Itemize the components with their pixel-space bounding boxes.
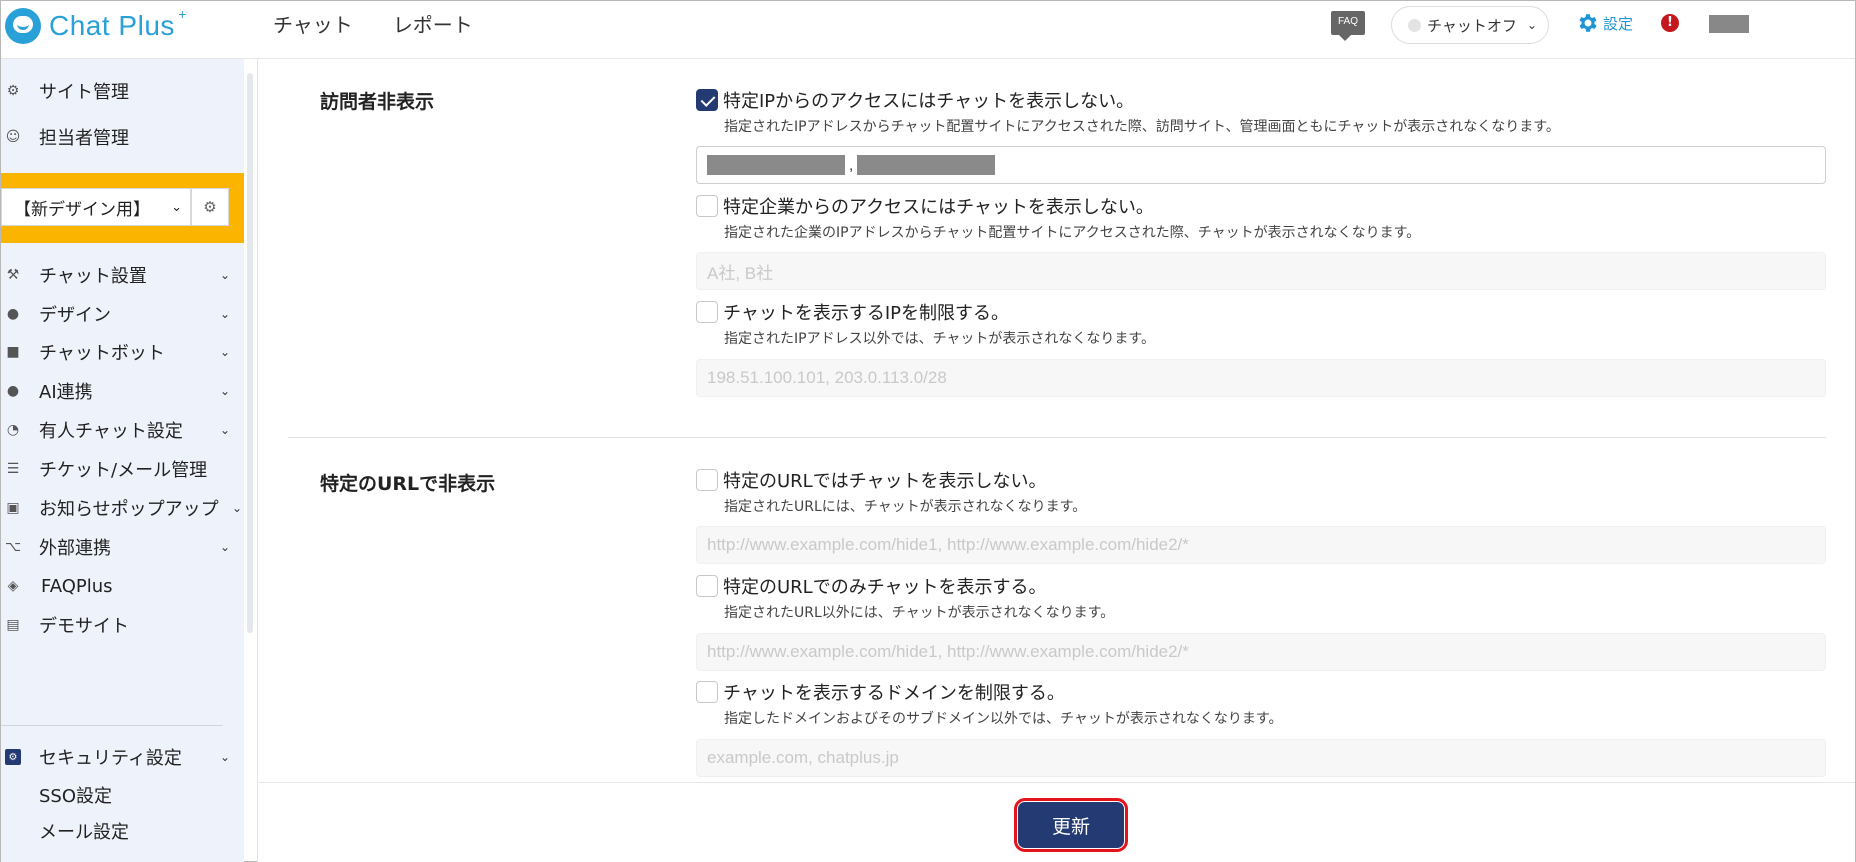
- redacted-ip-1: [707, 155, 845, 175]
- gear-icon: ⚙: [6, 83, 20, 99]
- chevron-down-icon: ⌄: [219, 268, 230, 282]
- domain-limit-checkbox[interactable]: [696, 681, 718, 703]
- chat-icon: ■: [6, 344, 20, 360]
- form-footer: 更新: [257, 782, 1855, 862]
- update-button[interactable]: 更新: [1014, 798, 1128, 852]
- chevron-down-icon: ⌄: [219, 307, 230, 321]
- ip-hide-checkbox[interactable]: [696, 89, 718, 111]
- sidebar-item-faqplus[interactable]: ◈ FAQPlus: [1, 566, 244, 606]
- chevron-up-icon: ⌄: [219, 750, 230, 764]
- url-hide-checkbox[interactable]: [696, 469, 718, 491]
- ip-limit-checkbox[interactable]: [696, 301, 718, 323]
- chevron-down-icon: ⌄: [1526, 18, 1537, 32]
- option-domain-limit: チャットを表示するドメインを制限する。 指定したドメインおよびそのサブドメイン以…: [696, 679, 1826, 728]
- section-divider: [288, 437, 1826, 438]
- top-header: Chat Plus + チャット レポート FAQ チャットオフ ⌄ 設定 !: [1, 1, 1855, 59]
- settings-link[interactable]: 設定: [1575, 11, 1633, 35]
- faq-icon[interactable]: FAQ: [1331, 11, 1365, 41]
- section-title-url-hide: 特定のURLで非表示: [320, 473, 496, 495]
- sidebar-item-staff-management[interactable]: ☺ 担当者管理: [1, 117, 244, 157]
- shield-icon: ◈: [7, 578, 19, 594]
- logo-text: Chat Plus +: [49, 6, 187, 41]
- headset-icon: ◔: [6, 422, 20, 438]
- chatplus-logo[interactable]: Chat Plus +: [5, 6, 187, 45]
- site-select[interactable]: 【新デザイン用】 ⌄: [1, 188, 191, 226]
- sidebar-item-popup[interactable]: ▣ お知らせポップアップ ⌄: [1, 488, 244, 528]
- gear-icon: ⚙: [203, 198, 217, 216]
- ip-limit-input[interactable]: 198.51.100.101, 203.0.113.0/28: [696, 359, 1826, 397]
- shield-gear-icon: ⚙: [5, 749, 21, 765]
- sidebar-item-design[interactable]: ● デザイン ⌄: [1, 294, 244, 334]
- alert-icon[interactable]: !: [1661, 14, 1679, 32]
- chat-status-dropdown[interactable]: チャットオフ ⌄: [1391, 6, 1549, 44]
- url-only-checkbox[interactable]: [696, 575, 718, 597]
- users-icon: ☺: [5, 129, 21, 145]
- ip-hide-input[interactable]: ,: [696, 146, 1826, 184]
- palette-icon: ●: [6, 306, 20, 322]
- company-hide-input[interactable]: A社, B社: [696, 252, 1826, 290]
- sidebar-item-live-chat[interactable]: ◔ 有人チャット設定 ⌄: [1, 410, 244, 450]
- chevron-down-icon: ⌄: [231, 501, 242, 515]
- option-url-hide: 特定のURLではチャットを表示しない。 指定されたURLには、チャットが表示され…: [696, 467, 1826, 516]
- sidebar-item-demo[interactable]: ▤ デモサイト: [1, 605, 244, 645]
- sidebar-item-ticket[interactable]: ☰ チケット/メール管理: [1, 449, 244, 489]
- user-menu[interactable]: [1709, 15, 1749, 33]
- main-content: 訪問者非表示 特定IPからのアクセスにはチャットを表示しない。 指定されたIPア…: [257, 59, 1855, 783]
- domain-limit-input[interactable]: example.com, chatplus.jp: [696, 739, 1826, 777]
- sidebar-item-ai[interactable]: ● AI連携 ⌄: [1, 371, 244, 411]
- sidebar-scrollbar[interactable]: [247, 73, 253, 633]
- section-title-visitor-hide: 訪問者非表示: [320, 91, 435, 113]
- chat-status-label: チャットオフ: [1427, 16, 1517, 35]
- sidebar-item-chatbot[interactable]: ■ チャットボット ⌄: [1, 332, 244, 372]
- site-select-highlight: 【新デザイン用】 ⌄ ⚙: [1, 173, 244, 243]
- chevron-down-icon: ⌄: [219, 345, 230, 359]
- nav-chat[interactable]: チャット: [273, 9, 353, 38]
- nav-report[interactable]: レポート: [393, 9, 473, 38]
- site-settings-button[interactable]: ⚙: [191, 188, 229, 226]
- sidebar-divider: [1, 725, 223, 726]
- status-dot-icon: [1408, 18, 1421, 32]
- tools-icon: ⚒: [6, 267, 20, 283]
- option-ip-hide: 特定IPからのアクセスにはチャットを表示しない。 指定されたIPアドレスからチャ…: [696, 87, 1826, 136]
- browser-icon: ▤: [6, 617, 20, 633]
- company-hide-checkbox[interactable]: [696, 195, 718, 217]
- chevron-down-icon: ⌄: [219, 540, 230, 554]
- share-icon: ⌥: [4, 539, 22, 555]
- list-icon: ☰: [6, 461, 20, 477]
- sidebar-sub-mail[interactable]: メール設定: [39, 818, 129, 844]
- chevron-down-icon: ⌄: [219, 423, 230, 437]
- redacted-ip-2: [857, 155, 996, 175]
- option-company-hide: 特定企業からのアクセスにはチャットを表示しない。 指定された企業のIPアドレスか…: [696, 193, 1826, 242]
- chat-bubble-logo-icon: [5, 8, 41, 44]
- chevron-down-icon: ⌄: [219, 384, 230, 398]
- url-only-input[interactable]: http://www.example.com/hide1, http://www…: [696, 633, 1826, 671]
- sidebar: ⚙ サイト管理 ☺ 担当者管理 【新デザイン用】 ⌄ ⚙ ⚒ チャット設置 ⌄ …: [1, 59, 244, 862]
- sidebar-item-integration[interactable]: ⌥ 外部連携 ⌄: [1, 527, 244, 567]
- gear-icon: [1579, 14, 1597, 32]
- sidebar-item-site-management[interactable]: ⚙ サイト管理: [1, 71, 244, 111]
- url-hide-input[interactable]: http://www.example.com/hide1, http://www…: [696, 526, 1826, 564]
- bulb-icon: ●: [6, 383, 20, 399]
- window-icon: ▣: [6, 500, 20, 516]
- top-nav: チャット レポート: [273, 9, 473, 38]
- option-url-only: 特定のURLでのみチャットを表示する。 指定されたURL以外には、チャットが表示…: [696, 573, 1826, 622]
- sidebar-item-chat-install[interactable]: ⚒ チャット設置 ⌄: [1, 255, 244, 295]
- sidebar-item-security[interactable]: ⚙ セキュリティ設定 ⌄: [1, 737, 244, 777]
- chevron-down-icon: ⌄: [171, 199, 182, 215]
- settings-label: 設定: [1603, 14, 1634, 33]
- sidebar-sub-sso[interactable]: SSO設定: [39, 782, 112, 808]
- option-ip-limit: チャットを表示するIPを制限する。 指定されたIPアドレス以外では、チャットが表…: [696, 299, 1826, 348]
